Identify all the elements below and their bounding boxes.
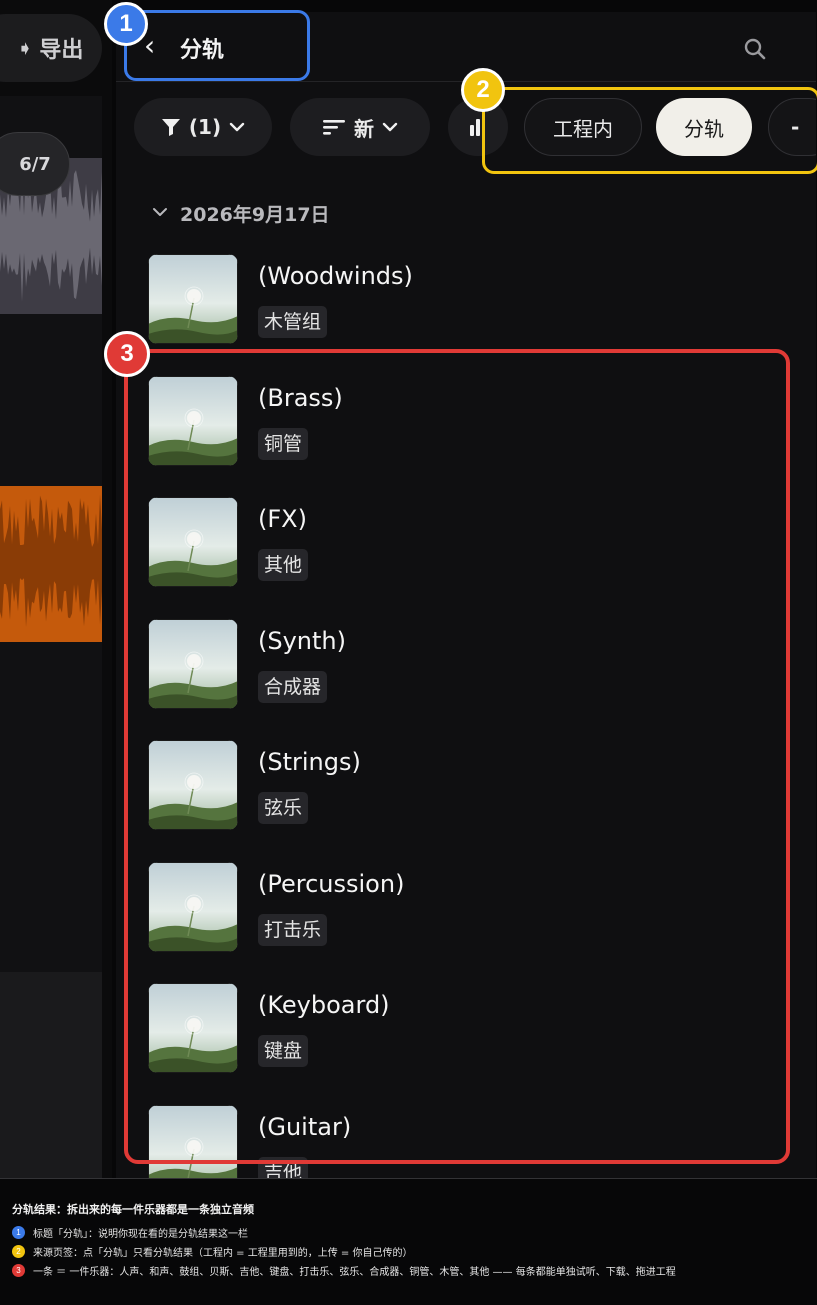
stem-name: (Synth) [258,626,346,655]
stem-list-item[interactable]: (Keyboard) 键盘 [116,983,816,1083]
instrument-tag: 打击乐 [258,913,328,946]
panel-header: ‹ 分轨 [116,12,816,82]
legend-text: 来源页签：点「分轨」只看分轨结果（工程内 = 工程里用到的，上传 = 你自己传的… [33,1248,413,1259]
legend-number-badge: 3 [12,1264,25,1277]
bar-chart-icon [470,119,480,136]
filter-row: (1) 新 工程内 分轨 - [116,98,816,162]
stem-name: (Guitar) [258,1112,352,1141]
legend-number-badge: 2 [12,1245,25,1258]
export-label: 导出 [39,38,84,63]
legend-rows: 1 标题「分轨」：说明你现在看的是分轨结果这一栏 2 来源页签：点「分轨」只看分轨结果… [12,1223,805,1280]
export-arrow-icon: ➧ [16,36,34,60]
filter-count: (1) [188,115,222,139]
instrument-tag: 弦乐 [258,792,309,824]
album-cover-thumbnail [148,983,238,1073]
left-panel: ➧ 导出 6/7 [0,0,112,1178]
album-cover-thumbnail [148,254,238,344]
page-title: 分轨 [180,38,225,63]
sort-label: 新 [354,116,374,141]
album-cover-thumbnail [148,1104,238,1178]
instrument-tag: 铜管 [258,427,309,460]
album-cover-thumbnail [148,861,238,952]
stem-list-item[interactable]: (Strings) 弦乐 [116,740,816,840]
export-button[interactable]: ➧ 导出 [0,14,102,82]
left-bottom-area [0,972,102,1178]
sort-button[interactable]: 新 [290,98,430,156]
stem-name: (Percussion) [258,869,405,898]
tab-more[interactable]: - [768,98,816,156]
instrument-tag: 合成器 [258,670,328,703]
date-label: 2026年9月17日 [180,204,330,226]
waveform-shape [0,494,102,627]
legend-text: 一条 ＝ 一件乐器：人声、和声、鼓组、贝斯、吉他、键盘、打击乐、弦乐、合成器、铜… [33,1267,676,1278]
instrument-tag: 木管组 [258,306,328,338]
album-cover-thumbnail [148,497,238,587]
instrument-tag: 键盘 [258,1035,309,1067]
stems-panel: ‹ 分轨 (1) 新 工程内 分轨 - 2026年9月17日 (Woodwind… [116,12,816,1178]
stem-name: (Strings) [258,748,361,776]
legend-row: 2 来源页签：点「分轨」只看分轨结果（工程内 = 工程里用到的，上传 = 你自己传… [12,1242,805,1261]
chevron-down-icon [382,122,398,132]
callout-badge-1: 1 [104,2,148,46]
album-cover-thumbnail [148,375,238,466]
stem-list-item[interactable]: (Percussion) 打击乐 [116,861,816,962]
waveform-orange[interactable] [0,486,102,642]
album-cover-thumbnail [148,740,238,830]
instrument-tag: 吉他 [258,1156,309,1178]
legend-number-badge: 1 [12,1226,25,1239]
legend-text: 标题「分轨」：说明你现在看的是分轨结果这一栏 [33,1229,248,1240]
chevron-down-icon [152,206,168,222]
legend-row: 1 标题「分轨」：说明你现在看的是分轨结果这一栏 [12,1223,805,1242]
stem-name: (Woodwinds) [258,262,413,290]
legend-title: 分轨结果：拆出来的每一件乐器都是一条独立音频 [12,1203,254,1216]
stem-name: (Brass) [258,383,343,412]
sort-lines-icon [323,120,345,135]
stem-list-item[interactable]: (Brass) 铜管 [116,375,816,476]
stem-list-item[interactable]: (Guitar) 吉他 [116,1104,816,1178]
tab-more-label: - [791,115,800,139]
stem-name: (Keyboard) [258,991,390,1019]
stem-list-item[interactable]: (Woodwinds) 木管组 [116,254,816,354]
tab-stems[interactable]: 分轨 [656,98,752,156]
search-icon[interactable] [744,38,766,60]
stem-list-item[interactable]: (FX) 其他 [116,497,816,597]
stem-name: (FX) [258,505,307,533]
legend: 分轨结果：拆出来的每一件乐器都是一条独立音频 1 标题「分轨」：说明你现在看的是分… [0,1178,817,1305]
instrument-tag: 其他 [258,549,309,581]
tab-in-project[interactable]: 工程内 [524,98,642,156]
chevron-down-icon [229,122,245,132]
chevron-left-icon[interactable]: ‹ [144,32,155,60]
album-cover-thumbnail [148,618,238,709]
legend-row: 3 一条 ＝ 一件乐器：人声、和声、鼓组、贝斯、吉他、键盘、打击乐、弦乐、合成器、… [12,1261,805,1280]
date-group-header[interactable]: 2026年9月17日 [152,200,330,227]
funnel-icon [161,119,180,136]
stem-list-item[interactable]: (Synth) 合成器 [116,618,816,719]
page-counter[interactable]: 6/7 [0,132,70,196]
callout-badge-2: 2 [461,68,505,112]
callout-badge-3: 3 [104,331,150,377]
filter-button[interactable]: (1) [134,98,272,156]
